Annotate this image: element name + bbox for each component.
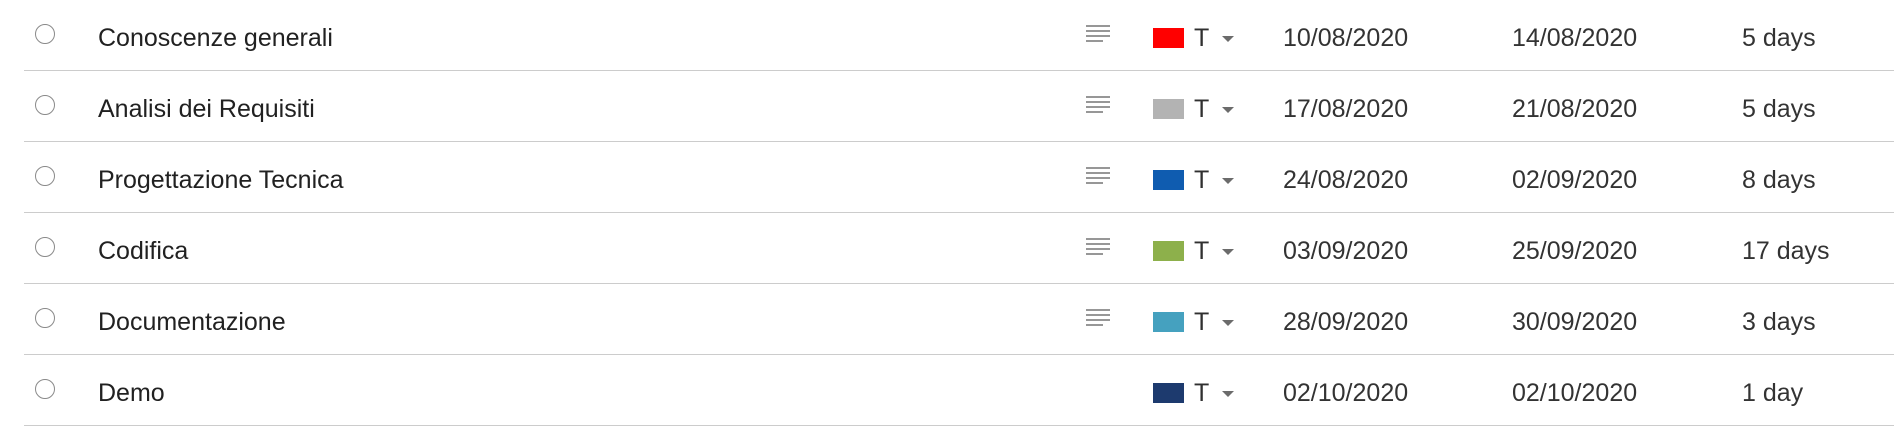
end-date[interactable]: 14/08/2020 — [1512, 0, 1637, 71]
task-status-radio[interactable] — [33, 71, 57, 142]
duration[interactable]: 1 day — [1742, 355, 1803, 426]
notes-cell[interactable] — [1082, 355, 1114, 426]
chevron-down-icon[interactable] — [1222, 320, 1235, 326]
chevron-down-icon[interactable] — [1222, 178, 1235, 184]
duration[interactable]: 8 days — [1742, 142, 1816, 213]
task-row[interactable]: Demo T 02/10/2020 02/10/2020 1 day — [24, 355, 1894, 426]
radio-circle-icon[interactable] — [35, 166, 55, 186]
task-status-radio[interactable] — [33, 142, 57, 213]
color-picker[interactable]: T — [1153, 284, 1235, 355]
radio-circle-icon[interactable] — [35, 95, 55, 115]
duration[interactable]: 5 days — [1742, 0, 1816, 71]
task-name[interactable]: Demo — [98, 355, 165, 426]
chevron-down-icon[interactable] — [1222, 249, 1235, 255]
notes-cell[interactable] — [1082, 0, 1114, 71]
color-letter: T — [1194, 94, 1210, 123]
task-status-radio[interactable] — [33, 213, 57, 284]
chevron-down-icon[interactable] — [1222, 107, 1235, 113]
notes-cell[interactable] — [1082, 213, 1114, 284]
task-row[interactable]: Documentazione T 28/09/2020 30/09/2020 3… — [24, 284, 1894, 355]
color-swatch — [1153, 99, 1184, 119]
notes-icon[interactable] — [1083, 165, 1113, 187]
radio-circle-icon[interactable] — [35, 237, 55, 257]
end-date[interactable]: 02/09/2020 — [1512, 142, 1637, 213]
end-date[interactable]: 30/09/2020 — [1512, 284, 1637, 355]
task-row[interactable]: Analisi dei Requisiti T 17/08/2020 21/08… — [24, 71, 1894, 142]
notes-cell[interactable] — [1082, 284, 1114, 355]
task-name[interactable]: Documentazione — [98, 284, 286, 355]
task-row[interactable]: Conoscenze generali T 10/08/2020 14/08/2… — [24, 0, 1894, 71]
chevron-down-icon[interactable] — [1222, 36, 1235, 42]
notes-icon[interactable] — [1083, 236, 1113, 258]
task-row[interactable]: Progettazione Tecnica T 24/08/2020 02/09… — [24, 142, 1894, 213]
color-letter: T — [1194, 165, 1210, 194]
start-date[interactable]: 10/08/2020 — [1283, 0, 1408, 71]
task-name[interactable]: Conoscenze generali — [98, 0, 333, 71]
end-date[interactable]: 21/08/2020 — [1512, 71, 1637, 142]
notes-icon[interactable] — [1083, 23, 1113, 45]
color-swatch — [1153, 28, 1184, 48]
color-swatch — [1153, 170, 1184, 190]
duration[interactable]: 3 days — [1742, 284, 1816, 355]
task-list: Conoscenze generali T 10/08/2020 14/08/2… — [24, 0, 1894, 426]
color-letter: T — [1194, 23, 1210, 52]
end-date[interactable]: 25/09/2020 — [1512, 213, 1637, 284]
notes-icon[interactable] — [1083, 94, 1113, 116]
color-letter: T — [1194, 236, 1210, 265]
color-picker[interactable]: T — [1153, 213, 1235, 284]
notes-cell[interactable] — [1082, 71, 1114, 142]
task-row[interactable]: Codifica T 03/09/2020 25/09/2020 17 days — [24, 213, 1894, 284]
chevron-down-icon[interactable] — [1222, 391, 1235, 397]
start-date[interactable]: 24/08/2020 — [1283, 142, 1408, 213]
color-letter: T — [1194, 307, 1210, 336]
task-status-radio[interactable] — [33, 0, 57, 71]
radio-circle-icon[interactable] — [35, 24, 55, 44]
start-date[interactable]: 17/08/2020 — [1283, 71, 1408, 142]
task-name[interactable]: Codifica — [98, 213, 188, 284]
start-date[interactable]: 02/10/2020 — [1283, 355, 1408, 426]
start-date[interactable]: 03/09/2020 — [1283, 213, 1408, 284]
color-letter: T — [1194, 378, 1210, 407]
task-status-radio[interactable] — [33, 355, 57, 426]
color-picker[interactable]: T — [1153, 355, 1235, 426]
color-picker[interactable]: T — [1153, 0, 1235, 71]
duration[interactable]: 5 days — [1742, 71, 1816, 142]
notes-cell[interactable] — [1082, 142, 1114, 213]
color-picker[interactable]: T — [1153, 71, 1235, 142]
radio-circle-icon[interactable] — [35, 379, 55, 399]
task-name[interactable]: Progettazione Tecnica — [98, 142, 344, 213]
start-date[interactable]: 28/09/2020 — [1283, 284, 1408, 355]
task-name[interactable]: Analisi dei Requisiti — [98, 71, 315, 142]
color-swatch — [1153, 383, 1184, 403]
end-date[interactable]: 02/10/2020 — [1512, 355, 1637, 426]
task-status-radio[interactable] — [33, 284, 57, 355]
color-swatch — [1153, 241, 1184, 261]
radio-circle-icon[interactable] — [35, 308, 55, 328]
notes-icon[interactable] — [1083, 307, 1113, 329]
color-picker[interactable]: T — [1153, 142, 1235, 213]
color-swatch — [1153, 312, 1184, 332]
duration[interactable]: 17 days — [1742, 213, 1830, 284]
